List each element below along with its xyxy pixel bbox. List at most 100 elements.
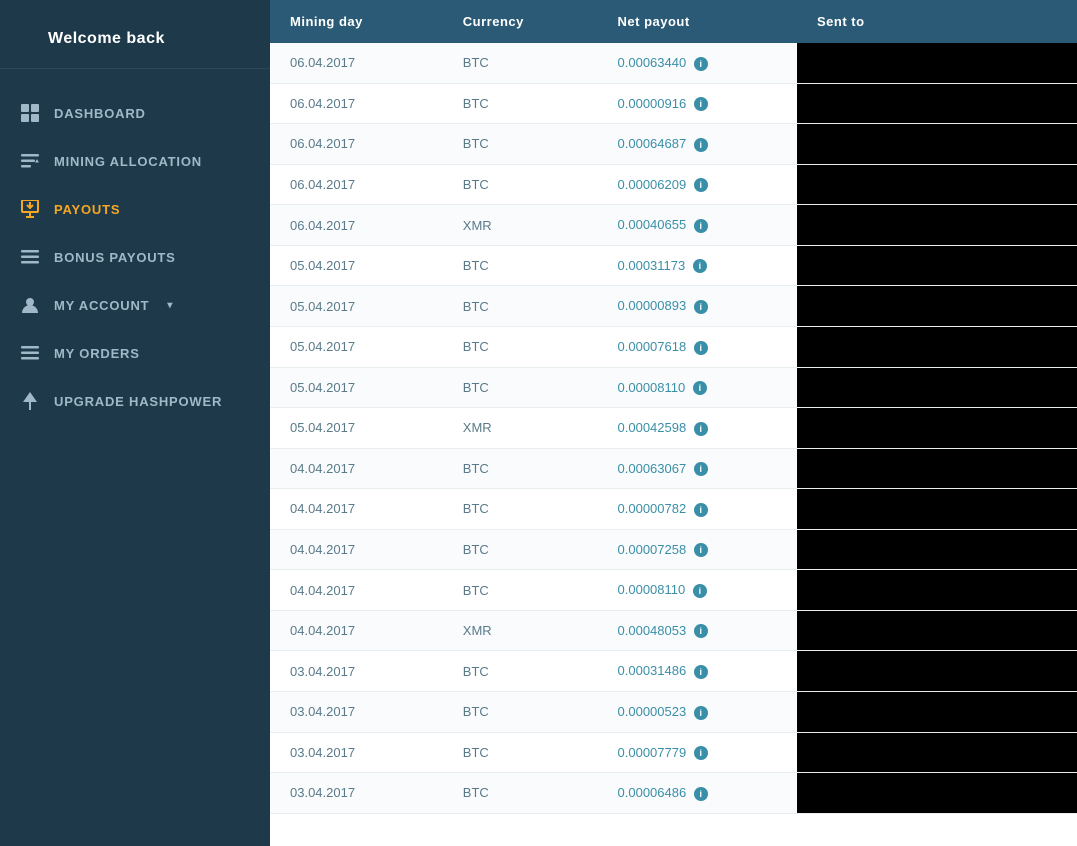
cell-date: 05.04.2017 [270, 367, 443, 408]
info-icon[interactable]: i [694, 503, 708, 517]
cell-date: 06.04.2017 [270, 83, 443, 124]
cell-date: 03.04.2017 [270, 692, 443, 733]
info-icon[interactable]: i [694, 746, 708, 760]
cell-payout: 0.00000893 i [598, 286, 797, 327]
sidebar-item-dashboard[interactable]: DASHBOARD [0, 89, 270, 137]
cell-currency: BTC [443, 83, 598, 124]
cell-currency: XMR [443, 205, 598, 246]
bonus-payouts-label: BONUS PAYOUTS [54, 250, 176, 265]
cell-date: 03.04.2017 [270, 773, 443, 814]
cell-currency: BTC [443, 286, 598, 327]
cell-date: 06.04.2017 [270, 205, 443, 246]
info-icon[interactable]: i [694, 97, 708, 111]
cell-payout: 0.00063440 i [598, 43, 797, 83]
info-icon[interactable]: i [694, 624, 708, 638]
cell-date: 05.04.2017 [270, 326, 443, 367]
dashboard-label: DASHBOARD [54, 106, 146, 121]
cell-currency: BTC [443, 570, 598, 611]
sidebar-item-mining-allocation[interactable]: MINING ALLOCATION [0, 137, 270, 185]
info-icon[interactable]: i [694, 341, 708, 355]
cell-currency: XMR [443, 408, 598, 449]
info-icon[interactable]: i [694, 462, 708, 476]
cell-payout: 0.00008110 i [598, 367, 797, 408]
info-icon[interactable]: i [694, 57, 708, 71]
mining-allocation-icon [20, 151, 40, 171]
cell-payout: 0.00006486 i [598, 773, 797, 814]
cell-sent [797, 83, 1077, 124]
info-icon[interactable]: i [694, 665, 708, 679]
info-icon[interactable]: i [694, 787, 708, 801]
table-row: 05.04.2017BTC0.00007618 i [270, 326, 1077, 367]
cell-date: 06.04.2017 [270, 124, 443, 165]
cell-currency: BTC [443, 529, 598, 570]
col-header-net-payout: Net payout [598, 0, 797, 43]
sidebar-item-my-account[interactable]: MY ACCOUNT ▾ [0, 281, 270, 329]
info-icon[interactable]: i [693, 381, 707, 395]
info-icon[interactable]: i [694, 706, 708, 720]
sidebar-header: Welcome back [0, 0, 270, 69]
sidebar-item-payouts[interactable]: PAYOUTS [0, 185, 270, 233]
info-icon[interactable]: i [694, 178, 708, 192]
table-row: 03.04.2017BTC0.00031486 i [270, 651, 1077, 692]
info-icon[interactable]: i [694, 543, 708, 557]
upgrade-hashpower-label: UPGRADE HASHPOWER [54, 394, 222, 409]
table-row: 05.04.2017BTC0.00008110 i [270, 367, 1077, 408]
sidebar-item-bonus-payouts[interactable]: BONUS PAYOUTS [0, 233, 270, 281]
table-row: 03.04.2017BTC0.00000523 i [270, 692, 1077, 733]
cell-sent [797, 124, 1077, 165]
welcome-text: Welcome back [48, 30, 222, 48]
sidebar-item-upgrade-hashpower[interactable]: UPGRADE HASHPOWER [0, 377, 270, 425]
cell-payout: 0.00007779 i [598, 732, 797, 773]
table-row: 03.04.2017BTC0.00006486 i [270, 773, 1077, 814]
col-header-mining-day: Mining day [270, 0, 443, 43]
cell-payout: 0.00042598 i [598, 408, 797, 449]
cell-currency: BTC [443, 489, 598, 530]
cell-currency: BTC [443, 245, 598, 286]
cell-payout: 0.00008110 i [598, 570, 797, 611]
cell-payout: 0.00040655 i [598, 205, 797, 246]
cell-sent [797, 529, 1077, 570]
cell-sent [797, 448, 1077, 489]
cell-currency: BTC [443, 651, 598, 692]
cell-sent [797, 43, 1077, 83]
cell-payout: 0.00063067 i [598, 448, 797, 489]
cell-currency: XMR [443, 610, 598, 651]
info-icon[interactable]: i [694, 138, 708, 152]
cell-payout: 0.00000782 i [598, 489, 797, 530]
table-row: 06.04.2017BTC0.00000916 i [270, 83, 1077, 124]
main-content: Mining day Currency Net payout Sent to 0… [270, 0, 1077, 846]
info-icon[interactable]: i [693, 584, 707, 598]
cell-currency: BTC [443, 692, 598, 733]
sidebar-item-my-orders[interactable]: MY ORDERS [0, 329, 270, 377]
cell-currency: BTC [443, 164, 598, 205]
table-row: 05.04.2017BTC0.00031173 i [270, 245, 1077, 286]
cell-sent [797, 326, 1077, 367]
cell-date: 05.04.2017 [270, 408, 443, 449]
table-row: 06.04.2017XMR0.00040655 i [270, 205, 1077, 246]
table-row: 04.04.2017BTC0.00007258 i [270, 529, 1077, 570]
cell-currency: BTC [443, 367, 598, 408]
info-icon[interactable]: i [694, 300, 708, 314]
table-row: 04.04.2017BTC0.00008110 i [270, 570, 1077, 611]
cell-sent [797, 164, 1077, 205]
cell-currency: BTC [443, 773, 598, 814]
payouts-icon [20, 199, 40, 219]
cell-date: 05.04.2017 [270, 286, 443, 327]
cell-sent [797, 773, 1077, 814]
cell-date: 06.04.2017 [270, 43, 443, 83]
col-header-sent-to: Sent to [797, 0, 1077, 43]
info-icon[interactable]: i [694, 422, 708, 436]
info-icon[interactable]: i [693, 259, 707, 273]
cell-payout: 0.00006209 i [598, 164, 797, 205]
cell-sent [797, 205, 1077, 246]
table-row: 06.04.2017BTC0.00006209 i [270, 164, 1077, 205]
cell-payout: 0.00007258 i [598, 529, 797, 570]
bonus-payouts-icon [20, 247, 40, 267]
cell-currency: BTC [443, 326, 598, 367]
cell-payout: 0.00007618 i [598, 326, 797, 367]
cell-payout: 0.00000523 i [598, 692, 797, 733]
table-row: 06.04.2017BTC0.00064687 i [270, 124, 1077, 165]
info-icon[interactable]: i [694, 219, 708, 233]
dashboard-icon [20, 103, 40, 123]
cell-date: 04.04.2017 [270, 570, 443, 611]
